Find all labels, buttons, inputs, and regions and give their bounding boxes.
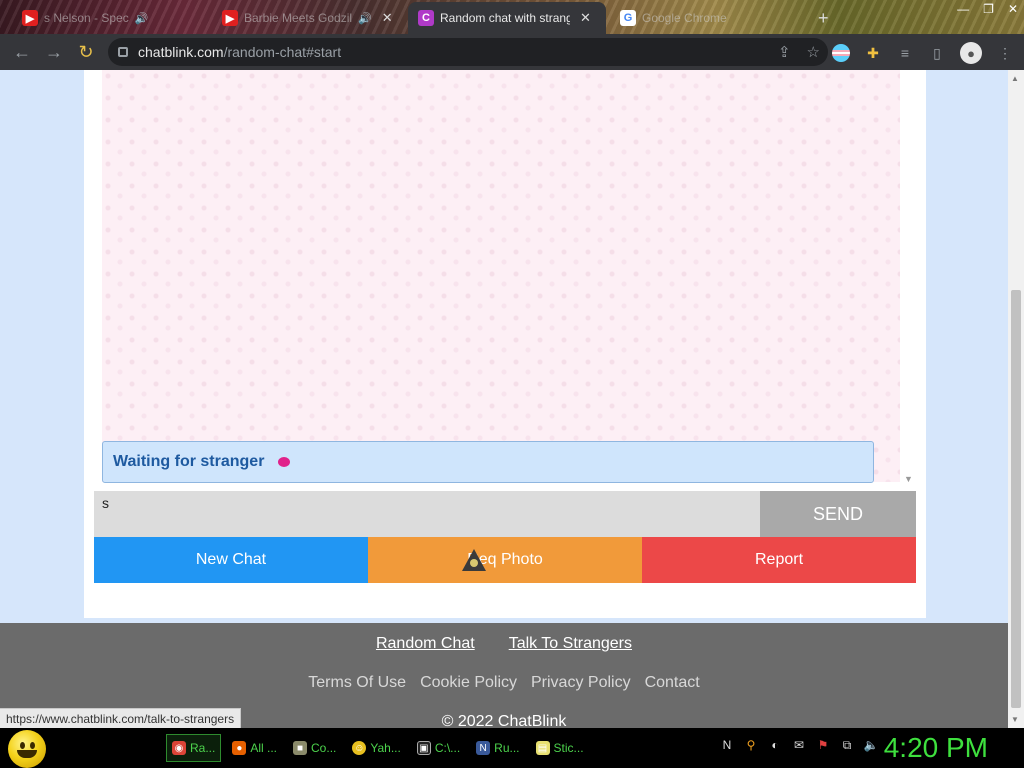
sticky-notes-icon: ▤ <box>535 741 550 755</box>
control-icon: ■ <box>293 741 308 755</box>
window-controls: — ❐ ✕ <box>957 2 1018 16</box>
chat-action-buttons: New Chat Req Photo Report <box>94 537 916 583</box>
yahoo-messenger-icon: ☺ <box>352 741 367 755</box>
tab-youtube-barbie[interactable]: ▶ Barbie Meets Godzil 🔊 ✕ <box>212 4 403 32</box>
footer-link-privacy[interactable]: Privacy Policy <box>531 674 631 692</box>
run-icon: N <box>476 741 491 755</box>
youtube-icon: ▶ <box>22 10 38 26</box>
chat-panel: ▼ Waiting for stranger SEND New Chat Req… <box>84 70 926 618</box>
share-icon[interactable]: ⇪ <box>778 43 791 61</box>
tray-status-icon[interactable]: ◐ <box>768 738 782 752</box>
volume-icon[interactable]: 🔈 <box>864 738 879 752</box>
footer-link-random-chat[interactable]: Random Chat <box>376 635 475 653</box>
bookmark-star-icon[interactable]: ☆ <box>807 43 820 61</box>
start-button-smiley-icon[interactable] <box>8 730 46 768</box>
speaker-icon[interactable]: 🔊 <box>358 12 372 25</box>
taskbar-item-run[interactable]: N Ru... <box>471 734 524 762</box>
new-chat-button[interactable]: New Chat <box>94 537 368 583</box>
tab-youtube-nelson[interactable]: ▶ s Nelson - Spec 🔊 <box>12 4 158 32</box>
close-tab-icon[interactable]: ✕ <box>382 10 393 26</box>
taskbar-item-label: C:\... <box>434 741 461 755</box>
taskbar-item-label: Ra... <box>190 741 216 755</box>
new-tab-button[interactable]: + <box>818 8 829 29</box>
url-host: chatblink.com <box>138 44 224 60</box>
reload-icon[interactable]: ↻ <box>70 36 102 68</box>
footer-link-contact[interactable]: Contact <box>645 674 700 692</box>
waiting-status: Waiting for stranger <box>102 441 874 483</box>
send-button[interactable]: SEND <box>760 491 916 537</box>
more-menu-icon[interactable]: ⋮ <box>996 44 1014 62</box>
taskbar-item-control[interactable]: ■ Co... <box>288 734 341 762</box>
address-bar[interactable]: chatblink.com/random-chat#start ⇪ ☆ <box>108 38 828 66</box>
command-prompt-icon: ▣ <box>416 741 431 755</box>
maximize-icon[interactable]: ❐ <box>983 2 994 16</box>
trans-flag-extension-icon[interactable] <box>832 44 850 62</box>
close-tab-icon[interactable]: ✕ <box>580 10 591 26</box>
minimize-icon[interactable]: — <box>957 2 969 16</box>
mouse-cursor-icon <box>462 549 486 571</box>
lock-icon[interactable] <box>118 47 128 57</box>
url-path: /random-chat#start <box>223 44 342 60</box>
google-icon: G <box>620 10 636 26</box>
search-icon[interactable]: ⚲ <box>744 738 758 752</box>
tab-title: Google Chrome <box>642 11 727 25</box>
footer-link-talk-to-strangers[interactable]: Talk To Strangers <box>509 635 632 653</box>
taskbar-item-yahoo[interactable]: ☺ Yah... <box>347 734 405 762</box>
tab-title: s Nelson - Spec <box>44 11 129 25</box>
firefox-icon: ● <box>232 741 247 755</box>
browser-toolbar: ← → ↻ chatblink.com/random-chat#start ⇪ … <box>0 34 1024 70</box>
youtube-icon: ▶ <box>222 10 238 26</box>
loading-dot-icon <box>278 457 291 467</box>
tab-title: Barbie Meets Godzil <box>244 11 353 25</box>
forward-arrow-icon[interactable]: → <box>38 36 70 68</box>
profile-avatar-icon[interactable]: ● <box>960 42 982 64</box>
system-tray: N ⚲ ◐ ✉ ⚑ ⧉ 🔈 <box>720 738 879 753</box>
scroll-down-icon[interactable]: ▼ <box>1011 715 1019 724</box>
scrollbar-thumb[interactable] <box>1011 290 1021 708</box>
footer-link-cookie[interactable]: Cookie Policy <box>420 674 517 692</box>
taskbar-item-firefox[interactable]: ● All ... <box>227 734 282 762</box>
waiting-status-text: Waiting for stranger <box>113 453 265 470</box>
taskbar-item-chrome[interactable]: ◉ Ra... <box>166 734 222 762</box>
taskbar-item-label: All ... <box>250 741 278 755</box>
flag-icon[interactable]: ⚑ <box>816 738 830 752</box>
link-status-url: https://www.chatblink.com/talk-to-strang… <box>0 708 242 728</box>
extension-icons: ✚ ≡ ▯ ● ⋮ <box>832 42 1014 64</box>
close-window-icon[interactable]: ✕ <box>1008 2 1018 16</box>
taskbar-tasks: ◉ Ra... ● All ... ■ Co... ☺ Yah... ▣ C:\… <box>166 734 589 762</box>
taskbar-item-label: Yah... <box>370 741 401 755</box>
chatblink-icon: C <box>418 10 434 26</box>
footer-link-terms[interactable]: Terms Of Use <box>308 674 406 692</box>
taskbar-item-label: Ru... <box>494 741 520 755</box>
taskbar-item-label: Co... <box>311 741 337 755</box>
message-input-row: SEND <box>94 491 916 537</box>
chat-scroll-down-icon[interactable]: ▼ <box>904 474 913 484</box>
taskbar-item-label: Stic... <box>553 741 584 755</box>
back-arrow-icon[interactable]: ← <box>6 36 38 68</box>
message-input[interactable] <box>94 491 760 537</box>
media-control-icon[interactable]: ≡ <box>896 44 914 62</box>
taskbar-item-sticky-notes[interactable]: ▤ Stic... <box>531 734 589 762</box>
taskbar: ◉ Ra... ● All ... ■ Co... ☺ Yah... ▣ C:\… <box>0 728 1024 768</box>
page-scrollbar[interactable]: ▲ ▼ <box>1008 70 1024 728</box>
page-viewport: ▼ Waiting for stranger SEND New Chat Req… <box>0 70 1008 728</box>
chat-messages-area[interactable] <box>102 70 900 482</box>
tab-google-chrome[interactable]: G Google Chrome <box>610 4 737 32</box>
speaker-icon[interactable]: 🔊 <box>135 12 149 25</box>
scroll-up-icon[interactable]: ▲ <box>1011 74 1019 83</box>
chrome-icon: ◉ <box>172 741 186 755</box>
side-panel-icon[interactable]: ▯ <box>928 44 946 62</box>
req-photo-button[interactable]: Req Photo <box>368 537 642 583</box>
tab-chatblink[interactable]: C Random chat with strang ✕ <box>408 2 606 34</box>
tray-app-icon[interactable]: N <box>720 738 734 752</box>
extensions-puzzle-icon[interactable]: ✚ <box>864 44 882 62</box>
taskbar-item-command-prompt[interactable]: ▣ C:\... <box>412 734 465 762</box>
tray-sticky-icon[interactable]: ✉ <box>792 738 806 752</box>
network-icon[interactable]: ⧉ <box>840 738 854 752</box>
taskbar-clock[interactable]: 4:20 PM <box>884 732 988 764</box>
browser-titlebar: ▶ s Nelson - Spec 🔊 ▶ Barbie Meets Godzi… <box>0 0 1024 34</box>
tab-title: Random chat with strang <box>440 11 570 25</box>
report-button[interactable]: Report <box>642 537 916 583</box>
